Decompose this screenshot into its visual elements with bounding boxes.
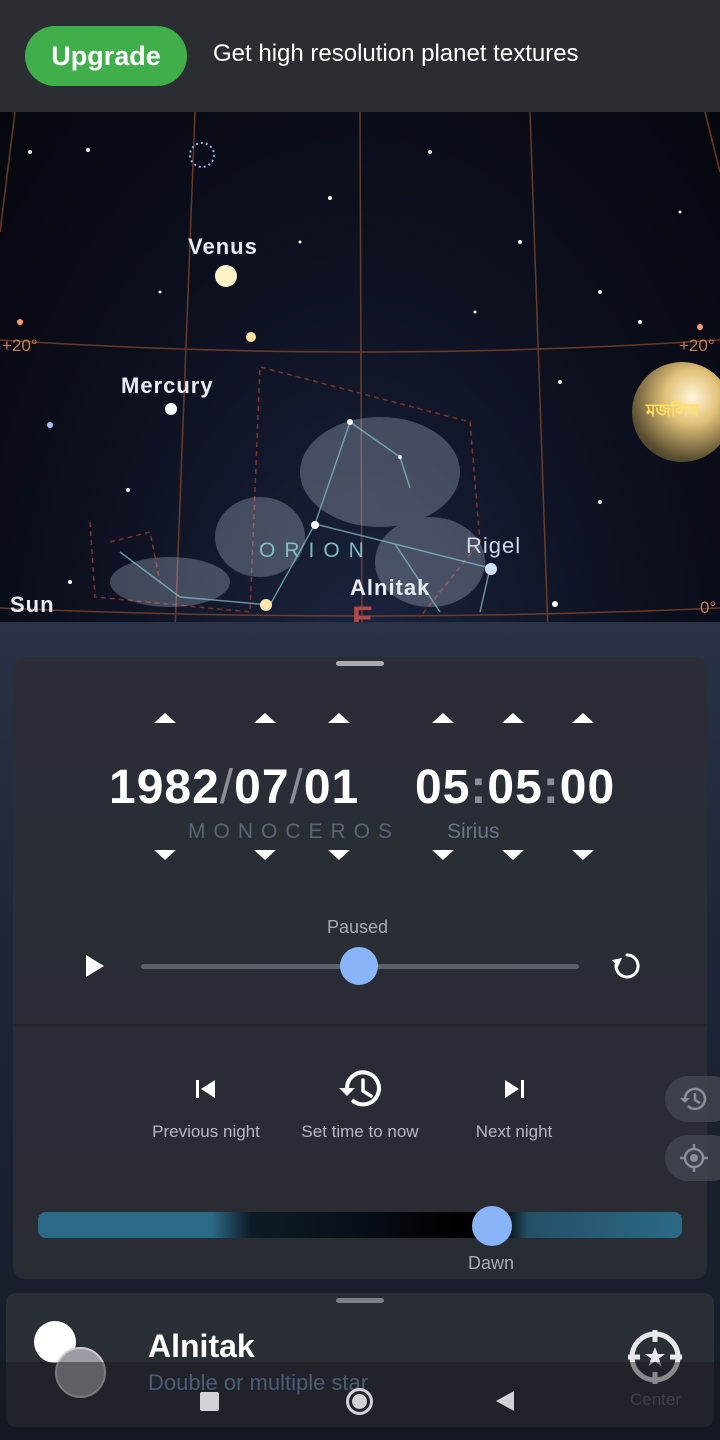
sky-view[interactable]: Venus Mercury Sun Rigel Alnitak ORION E … <box>0 112 720 632</box>
day-up-arrow[interactable] <box>328 713 350 723</box>
object-name: Alnitak <box>148 1328 255 1364</box>
date-separator: / <box>289 761 304 814</box>
year-down-arrow[interactable] <box>154 850 176 860</box>
history-side-button[interactable] <box>665 1076 720 1122</box>
grid-meridian <box>0 112 16 233</box>
back-icon[interactable] <box>496 1391 514 1411</box>
next-night-label: Next night <box>475 1122 553 1141</box>
year-up-arrow[interactable] <box>154 713 176 723</box>
altitude-label: +20° <box>679 336 715 355</box>
info-card-handle[interactable] <box>336 1298 384 1303</box>
mercury-dot <box>165 403 177 415</box>
minute-value[interactable]: 05 <box>487 761 542 814</box>
day-value[interactable]: 01 <box>304 761 359 814</box>
twilight-bar[interactable] <box>38 1212 682 1238</box>
banner-message[interactable]: Get high resolution planet textures <box>213 40 579 68</box>
second-up-arrow[interactable] <box>572 713 594 723</box>
sun-label[interactable]: Sun <box>10 592 55 618</box>
next-night-button[interactable]: Next night <box>473 1064 555 1142</box>
venus-dot <box>215 265 237 287</box>
grid-line-20 <box>0 339 720 353</box>
minute-up-arrow[interactable] <box>502 713 524 723</box>
orion-label: ORION <box>259 539 373 562</box>
panel-drag-handle[interactable] <box>336 661 384 666</box>
square-icon[interactable] <box>200 1392 219 1411</box>
upgrade-button[interactable]: Upgrade <box>25 26 187 86</box>
hour-down-arrow[interactable] <box>432 850 454 860</box>
upgrade-banner: Upgrade Get high resolution planet textu… <box>0 0 720 112</box>
rigel-label[interactable]: Rigel <box>466 533 521 559</box>
hour-up-arrow[interactable] <box>432 713 454 723</box>
altitude-label: +20° <box>2 336 38 355</box>
moon-badge-text: মজলিস <box>646 401 700 420</box>
panel-divider <box>13 1024 707 1026</box>
minute-down-arrow[interactable] <box>502 850 524 860</box>
background-constellation: MONOCEROS <box>188 820 401 843</box>
twilight-thumb[interactable] <box>472 1206 512 1246</box>
set-time-now-button[interactable]: Set time to now <box>298 1064 422 1142</box>
grid-meridian <box>174 112 196 632</box>
rigel-dot <box>485 563 497 575</box>
play-icon[interactable] <box>86 955 104 977</box>
history-icon <box>339 1070 381 1107</box>
venus-label[interactable]: Venus <box>188 234 258 260</box>
speed-slider-thumb[interactable] <box>340 947 378 985</box>
set-time-now-label: Set time to now <box>301 1122 419 1141</box>
month-value[interactable]: 07 <box>234 761 289 814</box>
target-icon <box>680 1144 708 1172</box>
altitude-label: 0° <box>700 598 717 617</box>
time-separator: : <box>470 761 488 814</box>
second-value[interactable]: 00 <box>560 761 615 814</box>
grid-meridian <box>704 112 720 173</box>
home-icon[interactable] <box>346 1388 373 1415</box>
date-display: 1982/07/01 <box>109 760 359 815</box>
grid-meridian <box>529 112 549 632</box>
day-down-arrow[interactable] <box>328 850 350 860</box>
reset-icon[interactable] <box>609 948 645 984</box>
month-down-arrow[interactable] <box>254 850 276 860</box>
previous-night-label: Previous night <box>152 1122 260 1141</box>
skip-next-icon <box>505 1080 524 1098</box>
skip-previous-icon <box>196 1080 215 1098</box>
time-display: 05:05:00 <box>415 760 615 815</box>
time-separator: : <box>542 761 560 814</box>
date-separator: / <box>219 761 235 814</box>
month-up-arrow[interactable] <box>254 713 276 723</box>
background-star: Sirius <box>447 820 500 843</box>
hour-value[interactable]: 05 <box>415 761 470 814</box>
year-value[interactable]: 1982 <box>109 761 220 814</box>
mercury-label[interactable]: Mercury <box>121 373 214 399</box>
history-icon <box>680 1087 707 1111</box>
alnitak-dot <box>260 599 272 611</box>
previous-night-button[interactable]: Previous night <box>151 1064 261 1142</box>
alnitak-label[interactable]: Alnitak <box>350 575 430 601</box>
twilight-label: Dawn <box>468 1253 515 1273</box>
second-down-arrow[interactable] <box>572 850 594 860</box>
playback-status: Paused <box>327 917 389 937</box>
location-side-button[interactable] <box>665 1135 720 1181</box>
